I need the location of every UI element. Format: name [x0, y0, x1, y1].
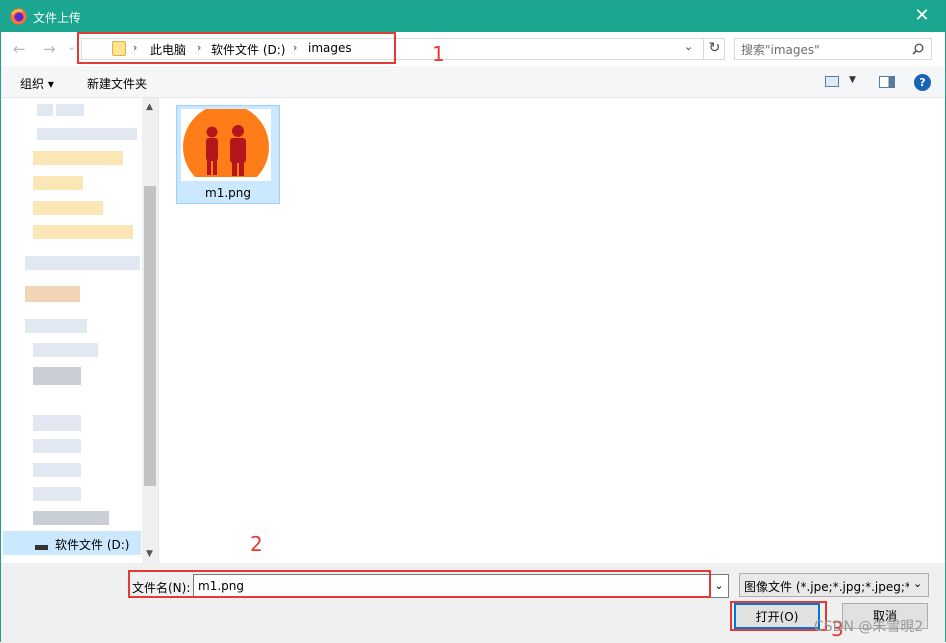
recent-locations-button[interactable]: ⌄ — [67, 40, 76, 53]
filename-dropdown-icon[interactable]: ⌄ — [709, 575, 728, 597]
blurred-nav-item[interactable] — [25, 256, 140, 270]
new-folder-button[interactable]: 新建文件夹 — [87, 75, 147, 92]
blurred-nav-item[interactable] — [33, 511, 109, 525]
blurred-nav-item[interactable] — [56, 104, 84, 116]
blurred-nav-item[interactable] — [33, 439, 81, 453]
refresh-button[interactable]: ↻ — [703, 38, 725, 60]
search-placeholder: 搜索"images" — [741, 43, 820, 57]
blurred-nav-item[interactable] — [33, 367, 81, 385]
blurred-nav-item[interactable] — [37, 104, 53, 116]
image-thumbnail — [181, 109, 271, 181]
blurred-nav-item[interactable] — [33, 176, 83, 190]
search-icon — [912, 43, 924, 55]
address-dropdown-icon[interactable]: ⌄ — [684, 40, 693, 53]
blurred-nav-item[interactable] — [25, 286, 80, 302]
firefox-icon — [10, 8, 27, 25]
drive-icon — [35, 545, 48, 550]
help-icon[interactable]: ? — [914, 74, 931, 91]
organize-menu[interactable]: 组织 ▾ — [20, 75, 54, 92]
blurred-nav-item[interactable] — [33, 343, 98, 357]
annotation-box-address — [77, 32, 396, 64]
blurred-nav-item[interactable] — [33, 415, 81, 431]
back-button[interactable]: ← — [13, 40, 26, 58]
watermark: CSDN @朱雪晛2 — [814, 619, 924, 635]
blurred-nav-item[interactable] — [33, 225, 133, 239]
scroll-down-icon[interactable]: ▼ — [146, 549, 153, 559]
scroll-up-icon[interactable]: ▲ — [146, 102, 153, 112]
blurred-nav-item[interactable] — [33, 201, 103, 215]
file-type-value: 图像文件 (*.jpe;*.jpg;*.jpeg;*.g — [744, 580, 909, 594]
forward-button[interactable]: → — [43, 40, 56, 58]
annotation-number: 2 — [250, 532, 263, 556]
window-title: 文件上传 — [33, 11, 82, 25]
scrollbar-thumb[interactable] — [144, 186, 156, 486]
annotation-number: 1 — [432, 42, 445, 66]
annotation-box-open — [730, 601, 827, 631]
blurred-nav-item[interactable] — [33, 487, 81, 501]
file-name-label: m1.png — [205, 186, 251, 200]
blurred-nav-item[interactable] — [33, 151, 123, 165]
blurred-nav-item[interactable] — [25, 319, 87, 333]
preview-pane-icon[interactable] — [879, 76, 895, 88]
view-dropdown-icon[interactable]: ▼ — [849, 75, 856, 85]
close-button[interactable]: ✕ — [899, 1, 945, 32]
annotation-box-filename — [128, 570, 711, 598]
blurred-nav-item[interactable] — [33, 463, 81, 477]
view-options-icon[interactable] — [825, 76, 839, 87]
nav-item-label: 软件文件 (D:) — [55, 538, 130, 552]
file-upload-dialog: 文件上传 ✕ ← → ⌄ ↑ › 此电脑 › 软件文件 (D:) › image… — [0, 0, 946, 643]
title-bar: 文件上传 ✕ — [1, 1, 945, 32]
file-type-dropdown-icon[interactable]: ⌄ — [913, 577, 922, 590]
blurred-nav-item[interactable] — [37, 128, 137, 140]
